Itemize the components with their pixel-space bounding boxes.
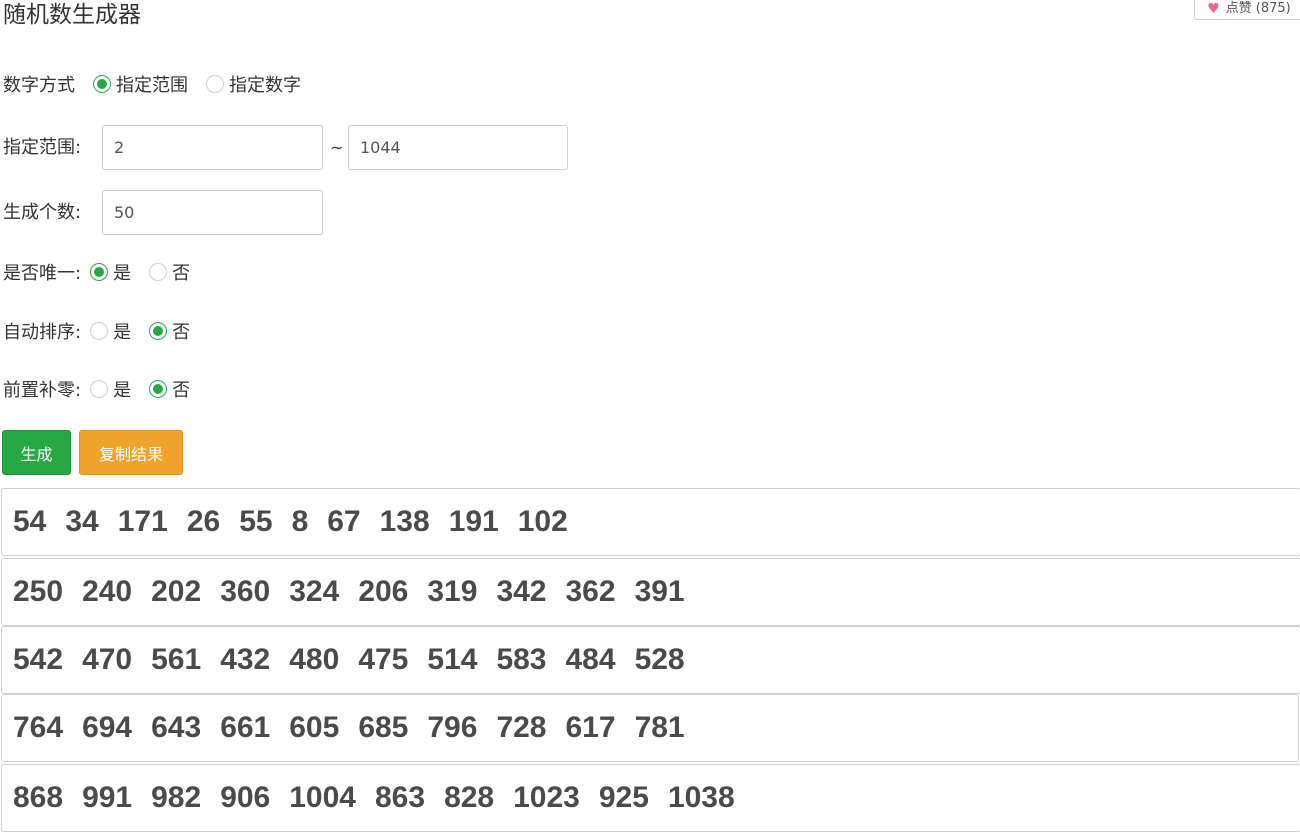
result-number: 1004 xyxy=(289,781,356,814)
range-row: 指定范围: xyxy=(3,131,81,161)
mode-row: 数字方式 指定范围 指定数字 xyxy=(3,69,319,99)
result-number: 206 xyxy=(358,575,409,608)
mode-label: 数字方式 xyxy=(3,75,75,96)
pad-yes-radio[interactable] xyxy=(90,380,109,398)
pad-yes-label[interactable]: 是 xyxy=(113,376,131,402)
result-number: 781 xyxy=(634,711,685,744)
result-number: 391 xyxy=(634,575,685,608)
result-number: 685 xyxy=(358,711,409,744)
result-number: 484 xyxy=(565,643,616,676)
unique-yes-radio[interactable] xyxy=(90,263,109,281)
pad-no-radio[interactable] xyxy=(149,380,168,398)
result-line-5: 868 991 982 906 1004 863 828 1023 925 10… xyxy=(1,764,1300,832)
result-number: 863 xyxy=(375,781,426,814)
result-number: 528 xyxy=(634,643,685,676)
result-number: 605 xyxy=(289,711,340,744)
result-number: 55 xyxy=(239,505,273,538)
result-number: 138 xyxy=(379,505,430,538)
sort-row: 自动排序: 是 否 xyxy=(3,316,208,346)
copy-result-button[interactable]: 复制结果 xyxy=(79,430,183,475)
sort-yes-radio[interactable] xyxy=(90,322,109,340)
result-number: 34 xyxy=(65,505,99,538)
result-number: 583 xyxy=(496,643,547,676)
result-number: 26 xyxy=(186,505,221,538)
count-row: 生成个数: xyxy=(3,196,81,226)
result-number: 319 xyxy=(427,575,478,608)
unique-no-radio[interactable] xyxy=(149,263,168,281)
result-number: 360 xyxy=(220,575,271,608)
result-number: 542 xyxy=(13,643,64,676)
count-label: 生成个数: xyxy=(3,202,82,223)
range-max-input[interactable] xyxy=(348,125,568,170)
unique-yes-label[interactable]: 是 xyxy=(113,259,131,285)
result-number: 67 xyxy=(327,505,361,538)
result-number: 982 xyxy=(151,781,202,814)
result-number: 694 xyxy=(82,711,133,744)
result-number: 617 xyxy=(565,711,616,744)
result-number: 925 xyxy=(598,781,649,814)
result-number: 324 xyxy=(289,575,340,608)
result-number: 868 xyxy=(13,781,64,814)
count-input[interactable] xyxy=(102,190,323,235)
range-separator: ~ xyxy=(330,138,344,157)
result-number: 470 xyxy=(82,643,133,676)
sort-label: 自动排序: xyxy=(3,322,82,343)
sort-no-label[interactable]: 否 xyxy=(172,318,190,344)
generate-button[interactable]: 生成 xyxy=(2,430,71,475)
result-number: 250 xyxy=(13,575,64,608)
result-number: 202 xyxy=(151,575,202,608)
mode-number-label[interactable]: 指定数字 xyxy=(229,71,301,97)
mode-range-label[interactable]: 指定范围 xyxy=(116,71,188,97)
sort-no-radio[interactable] xyxy=(149,322,168,340)
result-number: 514 xyxy=(427,643,478,676)
result-number: 432 xyxy=(220,643,271,676)
result-number: 475 xyxy=(358,643,409,676)
result-line-1: 54 34 171 26 55 8 67 138 191 102 xyxy=(1,488,1300,556)
result-number: 102 xyxy=(517,505,568,538)
pad-row: 前置补零: 是 否 xyxy=(3,374,208,404)
result-number: 1023 xyxy=(513,781,580,814)
unique-no-label[interactable]: 否 xyxy=(172,259,190,285)
result-number: 828 xyxy=(444,781,495,814)
heart-icon: ♥ xyxy=(1207,1,1220,17)
page-title: 随机数生成器 xyxy=(3,2,141,28)
result-number: 764 xyxy=(13,711,64,744)
result-number: 728 xyxy=(496,711,547,744)
pad-no-label[interactable]: 否 xyxy=(172,376,190,402)
result-number: 906 xyxy=(220,781,271,814)
range-label: 指定范围: xyxy=(3,137,82,158)
result-number: 991 xyxy=(82,781,133,814)
result-number: 191 xyxy=(448,505,499,538)
sort-yes-label[interactable]: 是 xyxy=(113,318,131,344)
pad-label: 前置补零: xyxy=(3,380,82,401)
result-number: 54 xyxy=(13,505,47,538)
result-number: 240 xyxy=(82,575,133,608)
like-button[interactable]: ♥ 点赞 (875) xyxy=(1194,0,1300,20)
result-number: 171 xyxy=(117,505,168,538)
result-line-3: 542 470 561 432 480 475 514 583 484 528 xyxy=(1,626,1300,694)
result-line-2: 250 240 202 360 324 206 319 342 362 391 xyxy=(1,558,1300,626)
result-number: 480 xyxy=(289,643,340,676)
result-number: 342 xyxy=(496,575,547,608)
mode-number-radio[interactable] xyxy=(206,75,224,93)
result-number: 561 xyxy=(151,643,202,676)
result-number: 796 xyxy=(427,711,478,744)
result-line-4: 764 694 643 661 605 685 796 728 617 781 xyxy=(1,694,1299,762)
result-number: 661 xyxy=(220,711,271,744)
result-number: 362 xyxy=(565,575,616,608)
result-number: 8 xyxy=(291,505,309,538)
like-label: 点赞 xyxy=(1225,1,1252,16)
unique-row: 是否唯一: 是 否 xyxy=(3,257,208,287)
result-number: 643 xyxy=(151,711,202,744)
range-min-input[interactable] xyxy=(102,125,323,170)
like-count: (875) xyxy=(1255,1,1291,16)
mode-range-radio[interactable] xyxy=(93,75,111,93)
unique-label: 是否唯一: xyxy=(3,263,82,284)
result-number: 1038 xyxy=(667,781,735,814)
